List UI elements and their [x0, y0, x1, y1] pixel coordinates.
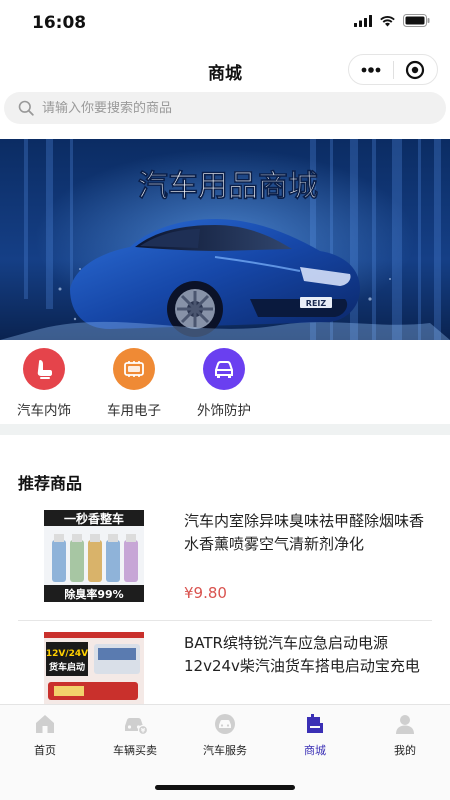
- tab-label: 首页: [34, 744, 56, 757]
- target-close-icon: [406, 60, 425, 79]
- profile-icon: [392, 711, 418, 737]
- tab-home[interactable]: 首页: [0, 711, 90, 758]
- category-label: 外饰防护: [197, 403, 251, 419]
- battery-icon: [403, 14, 430, 27]
- category-label: 车用电子: [107, 403, 161, 419]
- image-caption-bottom: 除臭率99%: [64, 587, 123, 601]
- tab-profile[interactable]: 我的: [360, 711, 450, 758]
- tab-label: 汽车服务: [203, 744, 247, 757]
- status-icons: [354, 14, 430, 27]
- more-button[interactable]: [349, 55, 393, 84]
- category-label: 汽车内饰: [17, 403, 71, 419]
- category-electronics[interactable]: 车用电子: [94, 348, 174, 419]
- product-name: BATR缤特锐汽车应急启动电源12v24v柴汽油货车搭电启动宝充电: [184, 634, 420, 675]
- banner-headline: 汽车用品商城: [138, 169, 318, 204]
- image-caption-top: 一秒香整车: [64, 511, 124, 526]
- product-price: ¥9.80: [184, 584, 227, 602]
- product-card[interactable]: 12V/24V 货车启动 BATR缤特锐汽车应急启动电源12v24v柴汽油货车搭…: [18, 632, 432, 704]
- close-program-button[interactable]: [394, 55, 438, 84]
- nav-bar: 商城: [0, 46, 450, 92]
- mini-program-capsule: [348, 54, 438, 85]
- category-interior[interactable]: 汽车内饰: [4, 348, 84, 419]
- section-title: 推荐商品: [18, 474, 83, 493]
- search-icon: [18, 100, 34, 116]
- car-service-icon: [212, 711, 238, 737]
- bottom-tab-bar: 首页 ¥ 车辆买卖 汽车服务 商城 我的: [0, 704, 450, 800]
- promo-banner[interactable]: 汽车用品商城 REIZ: [0, 139, 450, 340]
- image-caption-top: 12V/24V: [46, 649, 88, 659]
- status-time: 16:08: [32, 13, 87, 33]
- mall-icon: [302, 711, 328, 737]
- product-card[interactable]: 一秒香整车 除臭率99% 汽车内室除异味臭味祛甲醛除烟味香水香薰喷雾空气清新剂净…: [18, 510, 432, 610]
- search-bar[interactable]: [4, 92, 446, 124]
- tab-label: 车辆买卖: [113, 744, 157, 757]
- category-shortcuts: 汽车内饰 车用电子 外饰防护: [0, 342, 450, 424]
- status-bar: 16:08: [0, 0, 450, 46]
- category-exterior[interactable]: 外饰防护: [184, 348, 264, 419]
- car-trade-icon: ¥: [122, 711, 148, 737]
- product-name: 汽车内室除异味臭味祛甲醛除烟味香水香薰喷雾空气清新剂净化: [184, 512, 425, 553]
- product-image: 一秒香整车 除臭率99%: [40, 510, 160, 602]
- wifi-icon: [380, 15, 395, 26]
- section-divider: [0, 424, 450, 435]
- image-caption-bottom: 货车启动: [49, 661, 85, 673]
- search-input[interactable]: [42, 100, 422, 116]
- product-image: 12V/24V 货车启动: [40, 632, 160, 704]
- car-seat-icon: [23, 348, 65, 390]
- more-dots-icon: [361, 66, 381, 73]
- tab-mall[interactable]: 商城: [270, 711, 360, 758]
- product-divider: [18, 620, 432, 621]
- signal-icon: [354, 14, 372, 27]
- banner-image: 汽车用品商城 REIZ: [0, 139, 450, 340]
- license-plate: REIZ: [306, 299, 327, 308]
- svg-text:¥: ¥: [141, 727, 146, 735]
- tab-label: 商城: [304, 744, 326, 757]
- tab-car-trade[interactable]: ¥ 车辆买卖: [90, 711, 180, 758]
- car-exterior-icon: [203, 348, 245, 390]
- electronics-icon: [113, 348, 155, 390]
- home-indicator: [155, 785, 295, 790]
- home-icon: [32, 711, 58, 737]
- tab-car-service[interactable]: 汽车服务: [180, 711, 270, 758]
- tab-label: 我的: [394, 744, 416, 757]
